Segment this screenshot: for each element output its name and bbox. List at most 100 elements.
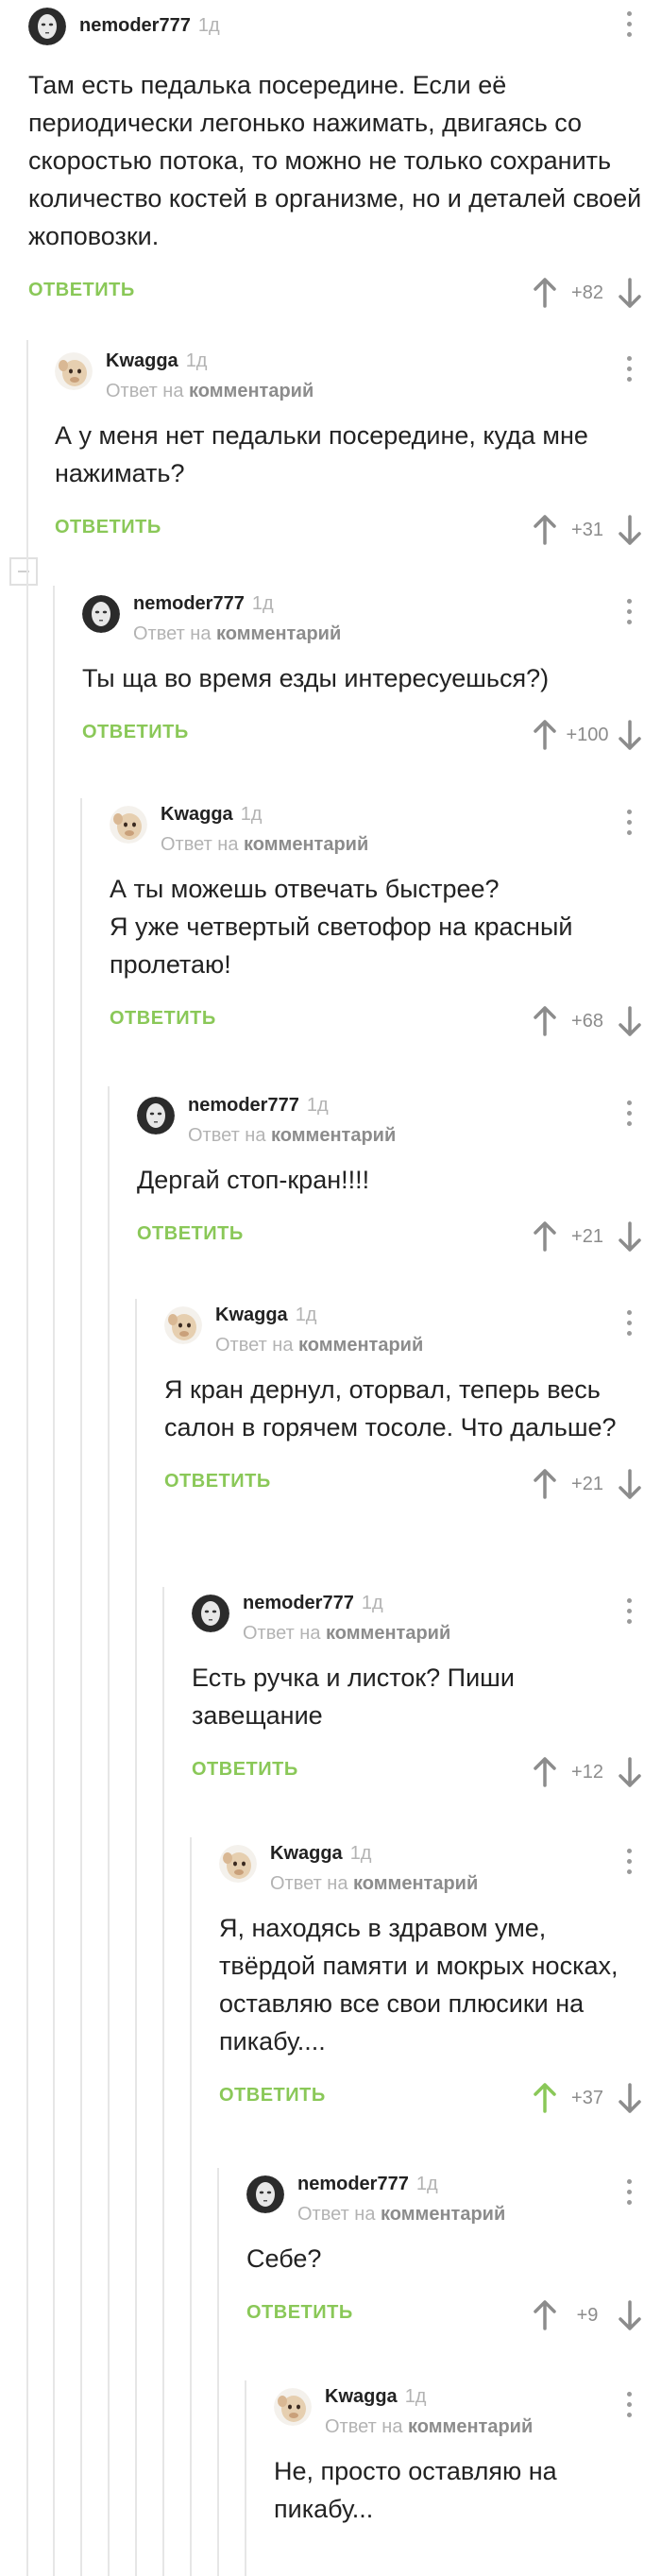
reply-button[interactable]: ОТВЕТИТЬ bbox=[55, 517, 161, 538]
downvote-arrow-icon[interactable] bbox=[618, 1006, 642, 1036]
upvote-arrow-icon[interactable] bbox=[533, 1006, 557, 1036]
author-name[interactable]: nemoder777 1д bbox=[243, 1593, 383, 1614]
avatar[interactable] bbox=[137, 1097, 175, 1134]
vote-controls: +21 bbox=[533, 1465, 642, 1503]
avatar[interactable] bbox=[192, 1595, 229, 1632]
vote-controls: +9 bbox=[533, 2296, 642, 2334]
upvote-arrow-icon[interactable] bbox=[533, 1221, 557, 1252]
comment-header: nemoder777 1д Ответ на комментарий bbox=[246, 2168, 661, 2225]
thread-branch-line bbox=[162, 1587, 164, 2576]
comment-actions: ОТВЕТИТЬ +37 bbox=[219, 2075, 661, 2119]
avatar[interactable] bbox=[82, 595, 120, 633]
downvote-arrow-icon[interactable] bbox=[618, 1221, 642, 1252]
downvote-arrow-icon[interactable] bbox=[618, 1757, 642, 1787]
author-name-text: Kwagga bbox=[325, 2386, 398, 2407]
more-menu-icon[interactable] bbox=[627, 2392, 633, 2418]
reply-to-link[interactable]: комментарий bbox=[381, 2204, 505, 2225]
author-name[interactable]: nemoder777 1д bbox=[133, 593, 274, 615]
reply-to-link[interactable]: комментарий bbox=[326, 1623, 450, 1644]
avatar[interactable] bbox=[219, 1845, 257, 1883]
more-menu-icon[interactable] bbox=[627, 356, 633, 383]
comment-header: Kwagga 1д Ответ на комментарий bbox=[274, 2380, 661, 2437]
avatar[interactable] bbox=[28, 8, 66, 45]
comment-header: nemoder777 1д Ответ на комментарий bbox=[192, 1587, 661, 1644]
more-menu-icon[interactable] bbox=[627, 599, 633, 625]
comment-text: А ты можешь отвечать быстрее? Я уже четв… bbox=[110, 875, 573, 979]
upvote-arrow-icon[interactable] bbox=[533, 1757, 557, 1787]
upvote-arrow-icon[interactable] bbox=[533, 278, 557, 308]
author-name-text: nemoder777 bbox=[188, 1095, 299, 1116]
upvote-arrow-icon[interactable] bbox=[533, 2300, 557, 2330]
reply-to-link[interactable]: комментарий bbox=[271, 1125, 396, 1146]
more-menu-icon[interactable] bbox=[627, 1100, 633, 1127]
avatar[interactable] bbox=[246, 2175, 284, 2213]
rating-count: +31 bbox=[571, 519, 603, 540]
author-name-text: nemoder777 bbox=[243, 1593, 354, 1613]
reply-to-prefix: Ответ на bbox=[188, 1125, 266, 1146]
upvote-arrow-icon[interactable] bbox=[533, 2083, 557, 2113]
upvote-arrow-icon[interactable] bbox=[533, 515, 557, 545]
reply-to-link[interactable]: комментарий bbox=[189, 381, 314, 401]
more-menu-icon[interactable] bbox=[627, 810, 633, 836]
reply-to-link[interactable]: комментарий bbox=[353, 1873, 478, 1894]
avatar[interactable] bbox=[274, 2388, 312, 2426]
downvote-arrow-icon[interactable] bbox=[618, 720, 642, 750]
author-name[interactable]: Kwagga 1д bbox=[270, 1843, 371, 1865]
comment: nemoder777 1д Ответ на комментарий Дергай с… bbox=[137, 1089, 661, 1257]
more-menu-icon[interactable] bbox=[627, 2179, 633, 2206]
comment-header: nemoder777 1д Ответ на комментарий bbox=[82, 588, 661, 644]
thread-branch-line bbox=[108, 1086, 110, 2576]
downvote-arrow-icon[interactable] bbox=[618, 2083, 642, 2113]
author-name[interactable]: nemoder777 1д bbox=[297, 2174, 438, 2195]
upvote-arrow-icon[interactable] bbox=[533, 720, 557, 750]
reply-to-link[interactable]: комментарий bbox=[244, 834, 368, 855]
reply-button[interactable]: ОТВЕТИТЬ bbox=[164, 1471, 271, 1493]
author-name[interactable]: Kwagga 1д bbox=[106, 350, 207, 372]
reply-to-prefix: Ответ на bbox=[270, 1873, 348, 1894]
avatar[interactable] bbox=[110, 806, 147, 844]
reply-to-prefix: Ответ на bbox=[106, 381, 184, 401]
reply-button[interactable]: ОТВЕТИТЬ bbox=[82, 722, 189, 743]
reply-button[interactable]: ОТВЕТИТЬ bbox=[110, 1008, 216, 1030]
thread-branch-line bbox=[245, 2380, 246, 2576]
reply-to-link[interactable]: комментарий bbox=[298, 1335, 423, 1356]
comment-text: Не, просто оставляю на пикабу... bbox=[274, 2457, 557, 2523]
rating-count: +68 bbox=[571, 1010, 603, 1032]
reply-button[interactable]: ОТВЕТИТЬ bbox=[246, 2302, 353, 2324]
reply-to-link[interactable]: комментарий bbox=[216, 623, 341, 644]
author-name[interactable]: Kwagga 1д bbox=[325, 2386, 426, 2408]
more-menu-icon[interactable] bbox=[627, 1598, 633, 1625]
rating-count: +82 bbox=[571, 281, 603, 303]
reply-to-info: Ответ на комментарий bbox=[297, 2204, 505, 2226]
more-menu-icon[interactable] bbox=[627, 1310, 633, 1337]
downvote-arrow-icon[interactable] bbox=[618, 515, 642, 545]
reply-to-info: Ответ на комментарий bbox=[106, 381, 314, 402]
author-name[interactable]: Kwagga 1д bbox=[161, 804, 262, 826]
rating-count: +21 bbox=[571, 1225, 603, 1247]
comment-actions: ОТВЕТИТЬ +68 bbox=[110, 998, 661, 1042]
reply-button[interactable]: ОТВЕТИТЬ bbox=[137, 1223, 244, 1245]
comment-text: А у меня нет педальки посередине, куда м… bbox=[55, 421, 588, 487]
downvote-arrow-icon[interactable] bbox=[618, 1469, 642, 1499]
upvote-arrow-icon[interactable] bbox=[533, 1469, 557, 1499]
author-name[interactable]: Kwagga 1д bbox=[215, 1305, 316, 1326]
comment-actions: ОТВЕТИТЬ +21 bbox=[137, 1214, 661, 1257]
reply-button[interactable]: ОТВЕТИТЬ bbox=[192, 1759, 298, 1781]
reply-button[interactable]: ОТВЕТИТЬ bbox=[219, 2085, 326, 2107]
comment: nemoder777 1д Ответ на комментарий Себе? ОТВ… bbox=[246, 2168, 661, 2336]
more-menu-icon[interactable] bbox=[627, 1849, 633, 1875]
reply-to-prefix: Ответ на bbox=[161, 834, 239, 855]
avatar[interactable] bbox=[164, 1306, 202, 1344]
more-menu-icon[interactable] bbox=[627, 11, 633, 38]
author-name[interactable]: nemoder777 1д bbox=[79, 15, 220, 37]
avatar[interactable] bbox=[55, 352, 93, 390]
comment-time: 1д bbox=[240, 804, 263, 825]
author-name[interactable]: nemoder777 1д bbox=[188, 1095, 329, 1117]
downvote-arrow-icon[interactable] bbox=[618, 2300, 642, 2330]
author-name-text: Kwagga bbox=[270, 1843, 343, 1864]
reply-button[interactable]: ОТВЕТИТЬ bbox=[28, 280, 135, 301]
downvote-arrow-icon[interactable] bbox=[618, 278, 642, 308]
reply-to-link[interactable]: комментарий bbox=[408, 2416, 533, 2437]
collapse-thread-button[interactable] bbox=[9, 557, 38, 586]
author-name-text: Kwagga bbox=[215, 1305, 288, 1325]
